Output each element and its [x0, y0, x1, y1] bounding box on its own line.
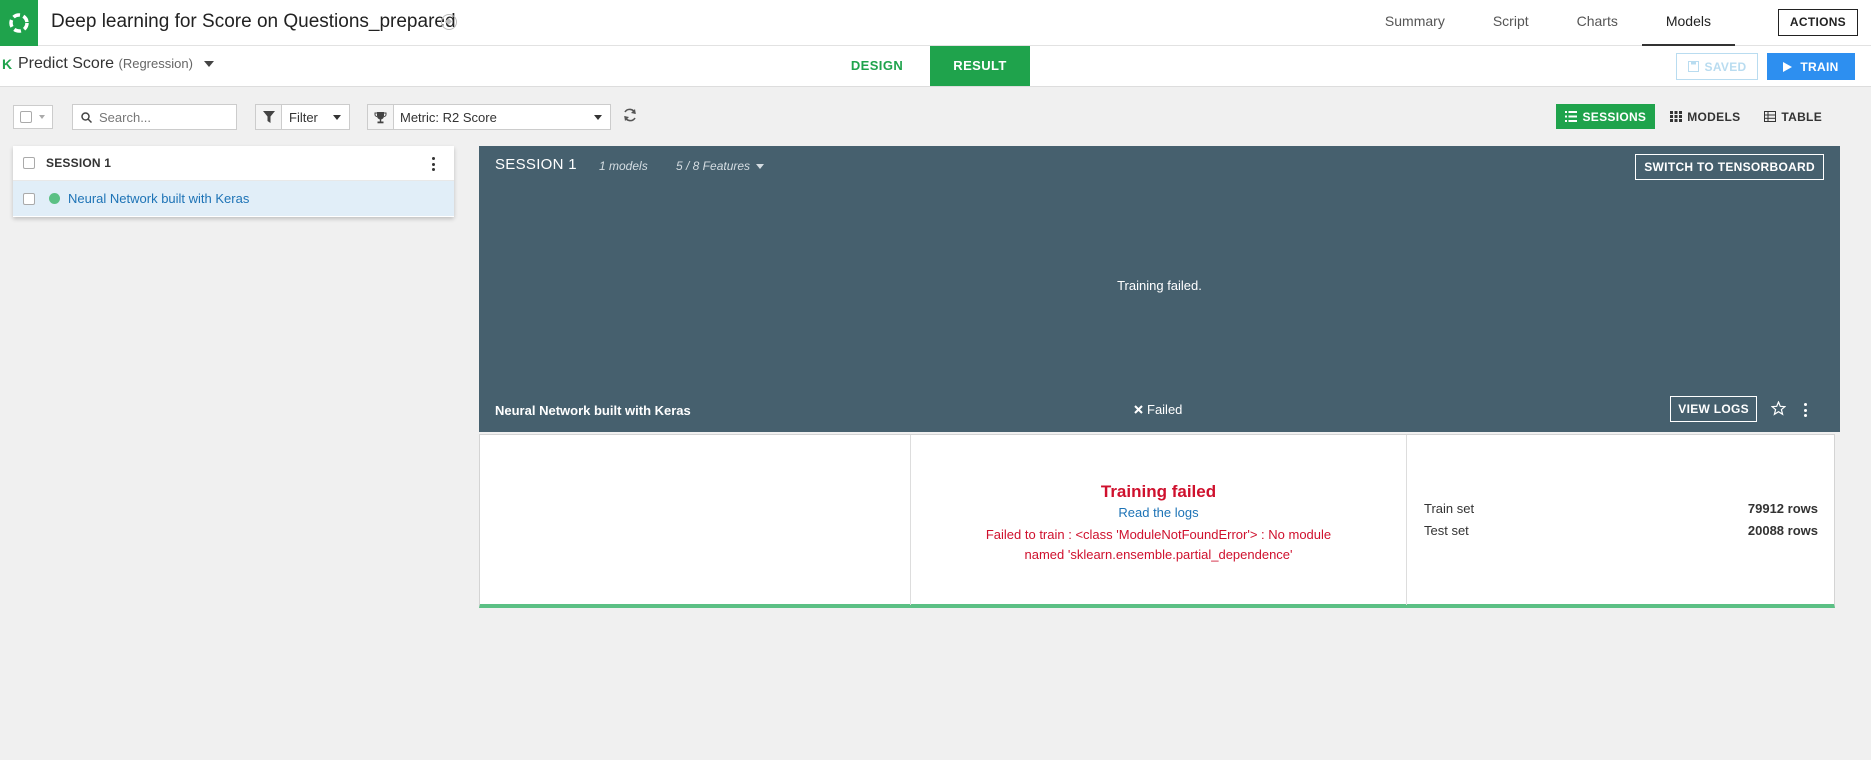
play-icon — [1783, 61, 1793, 72]
select-all-dropdown[interactable] — [13, 105, 53, 129]
table-icon — [1764, 111, 1777, 122]
session-menu-icon[interactable] — [432, 157, 436, 171]
nav-summary[interactable]: Summary — [1361, 0, 1469, 46]
nav-charts[interactable]: Charts — [1553, 0, 1642, 46]
view-logs-button[interactable]: VIEW LOGS — [1670, 396, 1757, 422]
model-link[interactable]: Neural Network built with Keras — [68, 191, 249, 206]
search-input[interactable] — [99, 109, 229, 125]
switch-to-tensorboard-button[interactable]: SWITCH TO TENSORBOARD — [1635, 154, 1824, 180]
train-set-label: Train set — [1424, 501, 1475, 516]
train-set-value: 79912 rows — [1747, 501, 1818, 516]
select-all-checkbox[interactable] — [20, 111, 32, 123]
nav-script[interactable]: Script — [1469, 0, 1553, 46]
status-dot-icon — [49, 193, 60, 204]
star-icon[interactable] — [1770, 400, 1787, 417]
tab-result[interactable]: RESULT — [930, 46, 1030, 86]
error-column: Training failed Read the logs Failed to … — [911, 435, 1407, 605]
models-label: MODELS — [1687, 109, 1741, 124]
top-nav: Summary Script Charts Models — [1361, 0, 1735, 46]
test-set-row: Test set 20088 rows — [1424, 523, 1818, 545]
table-label: TABLE — [1781, 109, 1822, 124]
prediction-selector[interactable]: Predict Score (Regression) — [18, 55, 215, 73]
compass-icon[interactable] — [441, 14, 457, 30]
task-type: (Regression) — [118, 56, 193, 71]
session-list-card: SESSION 1 Neural Network built with Kera… — [13, 146, 454, 217]
page-title: Deep learning for Score on Questions_pre… — [51, 11, 456, 32]
list-item[interactable]: Neural Network built with Keras — [13, 181, 454, 216]
chevron-down-icon — [333, 114, 341, 120]
search-icon — [73, 111, 99, 123]
metric-dropdown[interactable]: Metric: R2 Score — [367, 104, 611, 130]
saved-button[interactable]: SAVED — [1676, 53, 1758, 80]
view-switcher: SESSIONS MODELS TABLE — [1556, 104, 1831, 129]
saved-label: SAVED — [1704, 59, 1747, 74]
top-header: Deep learning for Score on Questions_pre… — [0, 0, 1871, 46]
model-menu-icon[interactable] — [1804, 403, 1808, 417]
sub-header: K Predict Score (Regression) DESIGN RESU… — [0, 46, 1871, 87]
keras-badge: K — [2, 56, 13, 72]
sessions-label: SESSIONS — [1582, 109, 1647, 124]
filter-dropdown[interactable]: Filter — [255, 104, 350, 130]
detail-empty-column — [480, 435, 911, 605]
filter-icon — [256, 105, 282, 129]
dataiku-logo-icon[interactable] — [0, 0, 38, 46]
chevron-down-icon — [39, 115, 45, 119]
session-header: SESSION 1 — [13, 146, 454, 181]
status-label: Failed — [1147, 402, 1183, 417]
save-icon — [1687, 61, 1699, 72]
read-logs-link[interactable]: Read the logs — [911, 505, 1406, 520]
session-panel: SESSION 1 1 models 5 / 8 Features SWITCH… — [479, 146, 1840, 432]
session-checkbox[interactable] — [23, 157, 35, 169]
chevron-down-icon — [756, 163, 765, 169]
chevron-down-icon — [204, 60, 215, 67]
models-view-button[interactable]: MODELS — [1661, 104, 1749, 129]
train-set-row: Train set 79912 rows — [1424, 501, 1818, 523]
error-message: Failed to train : <class 'ModuleNotFound… — [985, 527, 1332, 562]
filter-label: Filter — [289, 109, 318, 125]
close-icon — [1134, 405, 1143, 414]
training-failed-message: Training failed. — [1117, 278, 1202, 293]
model-detail: Training failed Read the logs Failed to … — [479, 434, 1835, 608]
table-view-button[interactable]: TABLE — [1755, 104, 1831, 129]
dataset-info-column: Train set 79912 rows Test set 20088 rows — [1407, 435, 1835, 605]
refresh-icon[interactable] — [622, 107, 640, 125]
test-set-label: Test set — [1424, 523, 1469, 538]
task-label: Predict Score — [18, 55, 115, 72]
features-dropdown[interactable]: 5 / 8 Features — [676, 159, 765, 173]
grid-icon — [1670, 111, 1683, 122]
models-count: 1 models — [599, 159, 648, 173]
features-label: 5 / 8 Features — [676, 159, 751, 173]
actions-button[interactable]: ACTIONS — [1777, 9, 1858, 36]
test-set-value: 20088 rows — [1747, 523, 1818, 538]
panel-title: SESSION 1 — [495, 156, 577, 173]
tab-design[interactable]: DESIGN — [840, 46, 914, 86]
metric-label: Metric: R2 Score — [400, 109, 497, 125]
nav-models[interactable]: Models — [1641, 0, 1735, 46]
list-icon — [1565, 111, 1578, 122]
model-name: Neural Network built with Keras — [495, 403, 691, 418]
chevron-down-icon — [594, 114, 602, 120]
trophy-icon — [368, 105, 394, 129]
status-badge: Failed — [1134, 402, 1182, 417]
train-button[interactable]: TRAIN — [1767, 53, 1855, 80]
model-bar: Neural Network built with Keras Failed V… — [479, 388, 1835, 432]
sessions-view-button[interactable]: SESSIONS — [1556, 104, 1656, 129]
search-box — [72, 104, 237, 130]
error-title: Training failed — [1100, 482, 1217, 501]
train-label: TRAIN — [1800, 59, 1839, 74]
session-title: SESSION 1 — [46, 156, 112, 170]
model-checkbox[interactable] — [23, 192, 35, 205]
